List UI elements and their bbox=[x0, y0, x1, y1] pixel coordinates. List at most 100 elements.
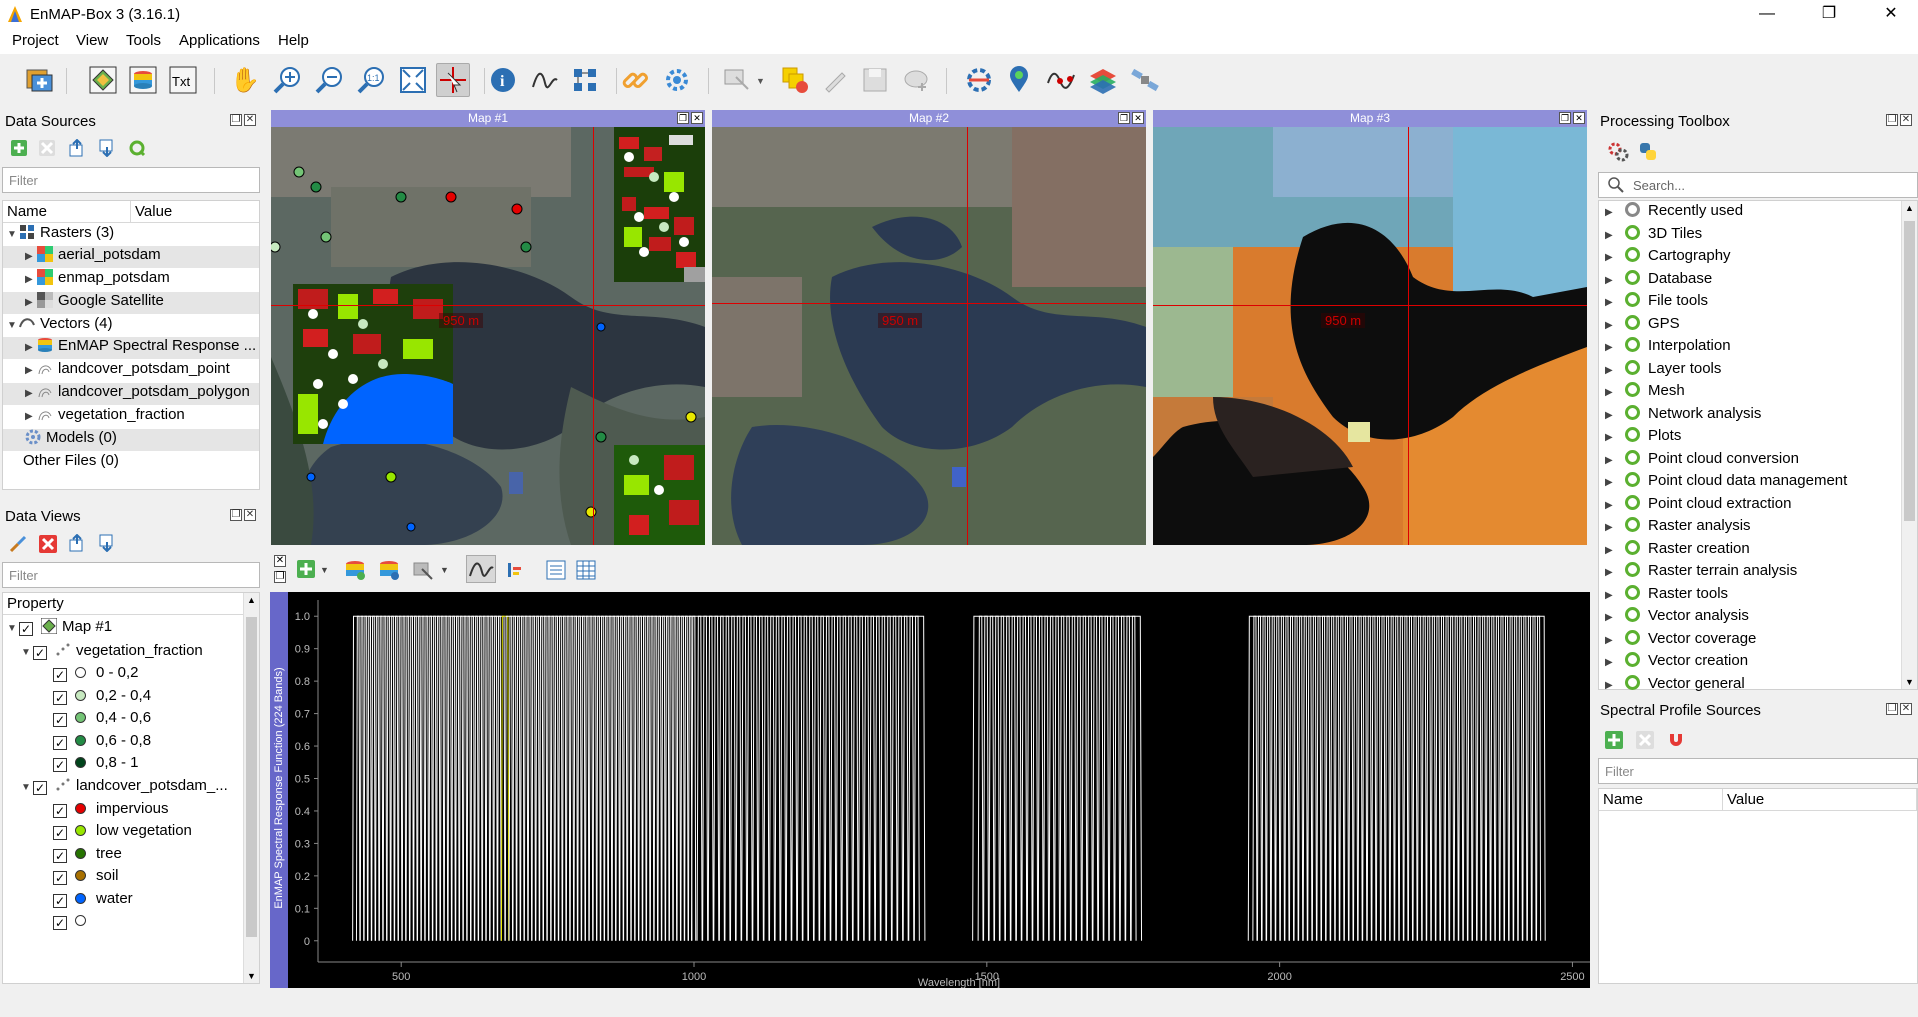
raster-item-enmap[interactable]: ▶ enmap_potsdam bbox=[3, 269, 259, 291]
layer-node-landcover[interactable]: ▼ ✓ landcover_potsdam_... bbox=[21, 777, 228, 799]
export-library-icon[interactable] bbox=[378, 559, 400, 581]
processing-models-icon[interactable] bbox=[1607, 141, 1629, 163]
processing-search-input[interactable]: Search... bbox=[1598, 172, 1918, 198]
legend-class[interactable]: ✓ 0,2 - 0,4 bbox=[53, 687, 151, 709]
close-icon[interactable]: ✕ bbox=[691, 112, 703, 124]
remove-view-icon[interactable] bbox=[38, 534, 58, 554]
vertical-scrollbar[interactable]: ▲ ▼ bbox=[1901, 201, 1917, 689]
data-views-filter[interactable]: Filter bbox=[2, 562, 260, 588]
remove-source-icon[interactable] bbox=[1635, 730, 1655, 750]
processing-group-item[interactable]: ▶ Mesh bbox=[1605, 382, 1685, 404]
python-icon[interactable] bbox=[1637, 141, 1659, 163]
select-location-icon[interactable] bbox=[436, 63, 470, 97]
legend-class[interactable]: ✓ impervious bbox=[53, 800, 169, 822]
processing-group-item[interactable]: ▶ Vector general bbox=[1605, 674, 1745, 697]
column-name[interactable]: Name bbox=[3, 201, 131, 223]
legend-class[interactable]: ✓ 0,8 - 1 bbox=[53, 754, 139, 776]
processing-group-item[interactable]: ▶ Raster analysis bbox=[1605, 517, 1751, 539]
deselect-icon[interactable] bbox=[778, 63, 812, 97]
column-property[interactable]: Property bbox=[3, 593, 243, 615]
identify-icon[interactable]: i bbox=[486, 63, 520, 97]
vectors-group[interactable]: ▼ Vectors (4) bbox=[7, 315, 259, 337]
collapse-all-icon[interactable] bbox=[68, 139, 86, 157]
save-edits-icon[interactable] bbox=[858, 63, 892, 97]
add-data-source-icon[interactable] bbox=[22, 63, 56, 97]
expand-arrow-icon[interactable]: ▶ bbox=[1605, 657, 1617, 668]
map-3-canvas[interactable]: 950 m bbox=[1153, 127, 1587, 545]
add-icon[interactable] bbox=[10, 139, 28, 157]
close-icon[interactable]: ✕ bbox=[1900, 703, 1912, 715]
settings-icon[interactable] bbox=[660, 63, 694, 97]
map-node[interactable]: ▼ ✓ Map #1 bbox=[7, 618, 112, 640]
expand-arrow-icon[interactable]: ▶ bbox=[1605, 500, 1617, 511]
expand-all-icon[interactable] bbox=[98, 534, 116, 552]
processing-icon[interactable] bbox=[962, 63, 996, 97]
form-view-icon[interactable] bbox=[546, 560, 566, 580]
close-icon[interactable]: ✕ bbox=[1132, 112, 1144, 124]
expand-all-icon[interactable] bbox=[98, 139, 116, 157]
processing-group-item[interactable]: ▶ Raster tools bbox=[1605, 584, 1728, 607]
new-text-view-icon[interactable]: Txt bbox=[166, 63, 200, 97]
zoom-in-icon[interactable] bbox=[270, 63, 304, 97]
float-icon[interactable]: ❐ bbox=[1886, 703, 1898, 715]
close-icon[interactable]: ✕ bbox=[244, 509, 256, 521]
processing-group-item[interactable]: ▶ Interpolation bbox=[1605, 337, 1731, 359]
data-sources-filter[interactable]: Filter bbox=[2, 167, 260, 193]
brush-icon[interactable] bbox=[8, 534, 28, 554]
expand-arrow-icon[interactable]: ▶ bbox=[1605, 612, 1617, 623]
processing-group-item[interactable]: ▶ Database bbox=[1605, 269, 1712, 292]
processing-group-item[interactable]: ▶ Cartography bbox=[1605, 247, 1731, 269]
float-icon[interactable]: ❐ bbox=[1886, 114, 1898, 126]
table-view-icon[interactable] bbox=[576, 560, 596, 580]
close-icon[interactable]: ✕ bbox=[1900, 114, 1912, 126]
processing-group-item[interactable]: ▶ Vector coverage bbox=[1605, 629, 1756, 652]
zoom-full-icon[interactable] bbox=[396, 63, 430, 97]
menu-applications[interactable]: Applications bbox=[179, 32, 260, 49]
scrollbar-thumb[interactable] bbox=[246, 617, 257, 937]
select-features-icon[interactable] bbox=[720, 63, 754, 97]
vertical-scrollbar[interactable]: ▲ ▼ bbox=[243, 593, 259, 983]
link-views-icon[interactable] bbox=[618, 63, 652, 97]
layer-node-vegetation[interactable]: ▼ ✓ vegetation_fraction bbox=[21, 642, 203, 664]
processing-group-item[interactable]: ▶ Point cloud extraction bbox=[1605, 494, 1791, 517]
expand-arrow-icon[interactable]: ▶ bbox=[1605, 297, 1617, 308]
bar-chart-icon[interactable] bbox=[506, 561, 524, 579]
spectral-tool-icon[interactable] bbox=[568, 63, 602, 97]
map-1-titlebar[interactable]: Map #1 ❐ ✕ bbox=[271, 110, 705, 127]
qgis-sync-icon[interactable] bbox=[128, 139, 146, 157]
map-2-canvas[interactable]: 950 m bbox=[712, 127, 1146, 545]
menu-view[interactable]: View bbox=[76, 32, 108, 49]
expand-arrow-icon[interactable]: ▶ bbox=[1605, 387, 1617, 398]
legend-class[interactable]: ✓ tree bbox=[53, 845, 122, 867]
float-icon[interactable]: ❐ bbox=[677, 112, 689, 124]
minimize-button[interactable]: — bbox=[1744, 2, 1790, 26]
edit-pencil-icon[interactable] bbox=[818, 63, 852, 97]
float-icon[interactable]: ❐ bbox=[230, 509, 242, 521]
models-group[interactable]: Models (0) bbox=[3, 429, 259, 451]
layers-icon[interactable] bbox=[1086, 63, 1120, 97]
map-3-titlebar[interactable]: Map #3 ❐ ✕ bbox=[1153, 110, 1587, 127]
legend-class[interactable]: ✓ 0,4 - 0,6 bbox=[53, 709, 151, 731]
remove-icon[interactable] bbox=[38, 139, 56, 157]
sources-filter[interactable]: Filter bbox=[1598, 758, 1918, 784]
processing-group-item[interactable]: ▶ File tools bbox=[1605, 292, 1708, 314]
location-pin-icon[interactable] bbox=[1002, 63, 1036, 97]
legend-class[interactable]: ✓ soil bbox=[53, 867, 119, 889]
processing-group-item[interactable]: ▶ Network analysis bbox=[1605, 404, 1761, 427]
processing-group-item[interactable]: ▶ Point cloud conversion bbox=[1605, 449, 1799, 472]
expand-arrow-icon[interactable]: ▶ bbox=[1605, 275, 1617, 286]
vector-item-srf[interactable]: ▶ EnMAP Spectral Response ... bbox=[3, 337, 259, 359]
pan-icon[interactable]: ✋ bbox=[228, 63, 262, 97]
raster-item-google[interactable]: ▶ Google Satellite bbox=[3, 292, 259, 314]
processing-group-item[interactable]: ▶ Raster creation bbox=[1605, 539, 1750, 562]
processing-group-item[interactable]: ▶ 3D Tiles bbox=[1605, 224, 1702, 247]
float-icon[interactable]: ❐ bbox=[1118, 112, 1130, 124]
column-value[interactable]: Value bbox=[131, 201, 259, 223]
expand-arrow-icon[interactable]: ▶ bbox=[1605, 635, 1617, 646]
processing-group-item[interactable]: ▶ Plots bbox=[1605, 427, 1681, 449]
menu-help[interactable]: Help bbox=[278, 32, 309, 49]
scrollbar-thumb[interactable] bbox=[1904, 221, 1915, 521]
map-1-canvas[interactable]: 950 m bbox=[271, 127, 705, 545]
processing-group-item[interactable]: ▶ Raster terrain analysis bbox=[1605, 562, 1797, 584]
expand-arrow-icon[interactable]: ▶ bbox=[1605, 320, 1617, 331]
